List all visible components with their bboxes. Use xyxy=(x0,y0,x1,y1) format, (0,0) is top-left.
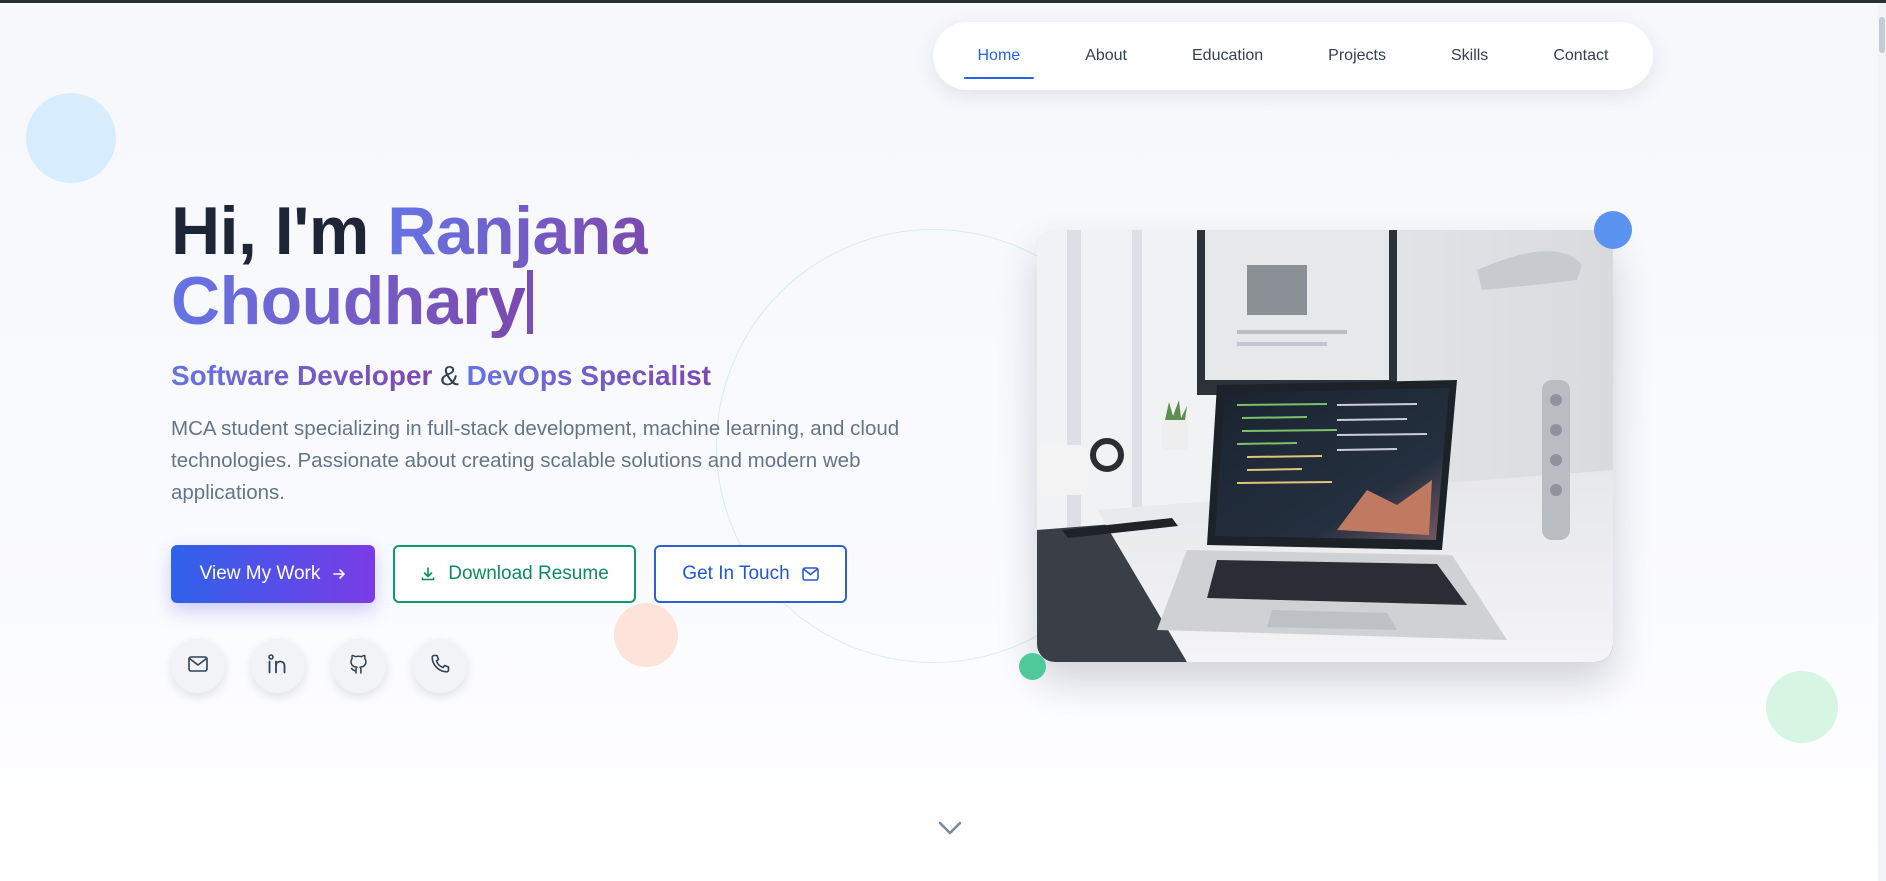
nav-item-about[interactable]: About xyxy=(1071,37,1141,75)
role-secondary: DevOps Specialist xyxy=(466,360,712,391)
view-work-button[interactable]: View My Work xyxy=(171,545,375,603)
social-phone-button[interactable] xyxy=(413,639,467,693)
hero-greeting: Hi, I'm xyxy=(171,193,388,269)
scrollbar-thumb[interactable] xyxy=(1879,17,1885,53)
nav-item-home[interactable]: Home xyxy=(963,37,1035,79)
get-in-touch-button[interactable]: Get In Touch xyxy=(654,545,847,603)
decor-dot-green xyxy=(1019,653,1046,680)
nav-item-education[interactable]: Education xyxy=(1178,37,1277,75)
hero-subtitle: Software Developer & DevOps Specialist xyxy=(171,360,711,392)
hero-description: MCA student specializing in full-stack d… xyxy=(171,417,900,504)
view-work-label: View My Work xyxy=(199,563,321,584)
hero-first-name: Ranjana xyxy=(387,193,649,269)
decor-circle-blue xyxy=(26,93,116,183)
window-top-border xyxy=(0,0,1886,3)
role-separator: & xyxy=(440,360,459,391)
hero-last-name: Choudhary xyxy=(171,263,526,339)
download-icon xyxy=(420,566,436,582)
download-resume-button[interactable]: Download Resume xyxy=(393,545,636,603)
nav-item-projects[interactable]: Projects xyxy=(1314,37,1400,75)
phone-icon xyxy=(429,653,451,680)
mail-icon xyxy=(188,655,208,677)
social-linkedin-button[interactable] xyxy=(251,639,305,693)
github-icon xyxy=(348,653,370,680)
decor-circle-green xyxy=(1766,671,1838,743)
hero-workspace-image xyxy=(1037,230,1613,662)
download-resume-label: Download Resume xyxy=(448,563,609,584)
linkedin-icon xyxy=(267,653,289,680)
role-primary: Software Developer xyxy=(171,360,433,391)
mail-icon xyxy=(801,567,819,581)
nav-item-skills[interactable]: Skills xyxy=(1437,37,1502,75)
typing-cursor xyxy=(527,270,534,334)
nav-item-contact[interactable]: Contact xyxy=(1539,37,1622,75)
chevron-down-icon[interactable] xyxy=(936,818,964,838)
decor-circle-peach xyxy=(614,603,678,667)
decor-dot-blue xyxy=(1594,211,1632,249)
page-scrollbar[interactable] xyxy=(1878,3,1886,881)
main-nav: Home About Education Projects Skills Con… xyxy=(933,22,1653,90)
social-email-button[interactable] xyxy=(171,639,225,693)
hero-heading: Hi, I'm Ranjana Choudhary xyxy=(171,193,649,339)
social-github-button[interactable] xyxy=(332,639,386,693)
get-in-touch-label: Get In Touch xyxy=(682,563,790,584)
arrow-right-icon xyxy=(332,567,346,581)
